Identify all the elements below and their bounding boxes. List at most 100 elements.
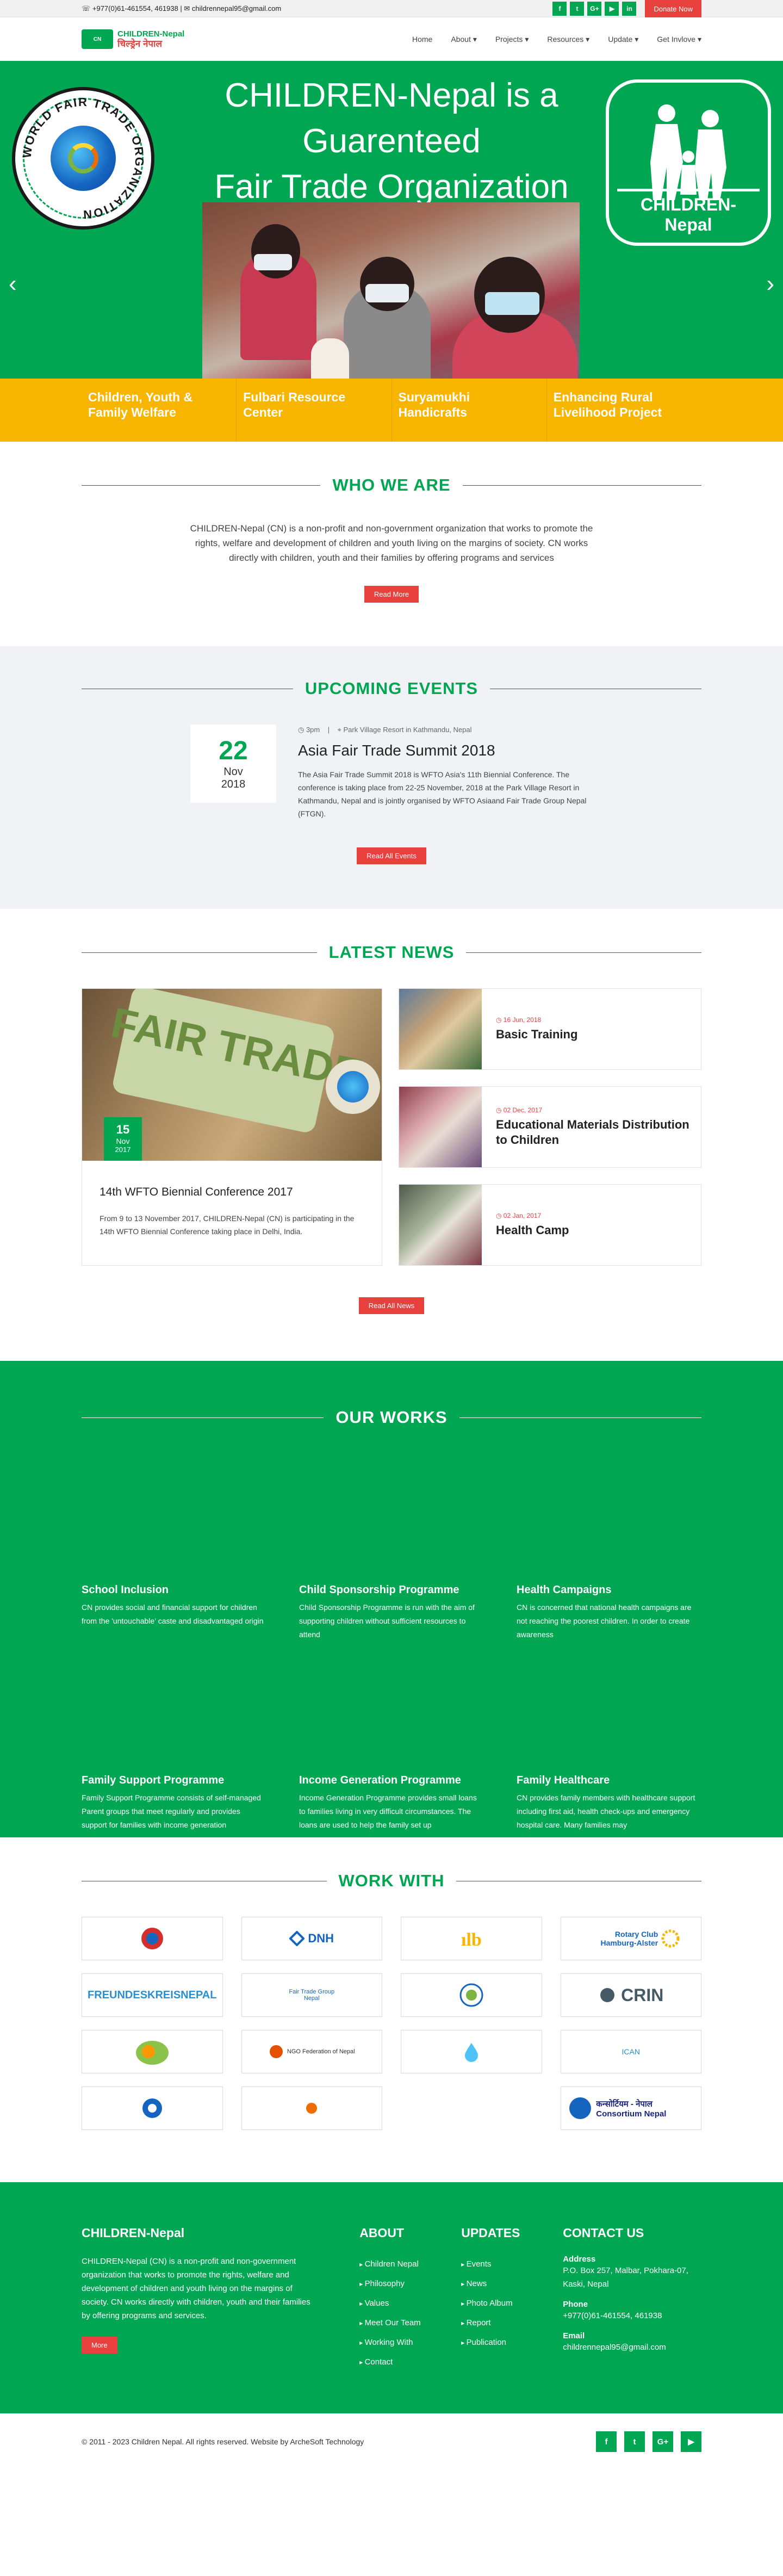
news-title[interactable]: Educational Materials Distribution to Ch… <box>496 1117 701 1148</box>
partner-ftgn-logo[interactable]: Fair Trade Group Nepal <box>241 1973 382 2017</box>
dnh-icon <box>289 1931 305 1946</box>
nav-get-involve[interactable]: Get Invlove ▾ <box>657 35 701 44</box>
tab-fulbari-resource-center[interactable]: Fulbari Resource Center <box>237 379 392 442</box>
partners-heading: WORK WITH <box>338 1871 445 1890</box>
footer-link[interactable]: Report <box>461 2313 541 2333</box>
partner-nepal-government-logo[interactable] <box>82 1917 223 1960</box>
partner-freundeskreis-logo[interactable]: FREUNDESKREISNEPAL <box>82 1973 223 2017</box>
featured-news-card[interactable]: FAIR TRADE 15 Nov 2017 14th WFTO Biennia… <box>82 988 382 1266</box>
nav-projects[interactable]: Projects ▾ <box>495 35 529 44</box>
logo-name-english: CHILDREN-Nepal <box>117 29 185 39</box>
footer-link[interactable]: Values <box>359 2294 439 2313</box>
partner-consortium-nepal-logo[interactable]: कन्सोर्टियम - नेपाल Consortium Nepal <box>560 2086 701 2130</box>
nav-about[interactable]: About ▾ <box>451 35 477 44</box>
partner-ilb-logo[interactable]: ılb <box>401 1917 542 1960</box>
tab-children-youth-family-welfare[interactable]: Children, Youth & Family Welfare <box>82 379 237 442</box>
top-bar: ☏ +977(0)61-461554, 461938 | ✉ childrenn… <box>0 0 783 17</box>
footer-more-button[interactable]: More <box>82 2337 117 2354</box>
read-more-button[interactable]: Read More <box>364 586 419 603</box>
read-all-events-button[interactable]: Read All Events <box>357 847 426 864</box>
footer-link[interactable]: Meet Our Team <box>359 2313 439 2333</box>
event-item: 22 Nov 2018 ◷ 3pm | ⌖ Park Village Resor… <box>190 725 593 820</box>
partner-label: Fair Trade Group Nepal <box>289 1989 335 2002</box>
event-year: 2018 <box>221 778 246 790</box>
slider-prev-icon[interactable]: ‹ <box>9 272 17 296</box>
google-plus-icon[interactable]: G+ <box>587 2 602 16</box>
google-plus-icon[interactable]: G+ <box>652 2431 673 2452</box>
crin-icon <box>600 1988 615 2002</box>
partner-ican-logo[interactable]: ICAN <box>560 2030 701 2073</box>
partner-label: FREUNDESKREISNEPAL <box>88 1989 217 2001</box>
work-title: Family Healthcare <box>517 1774 610 1786</box>
slider-next-icon[interactable]: › <box>766 272 774 296</box>
logo-name-nepali: चिल्ड्रेन नेपाल <box>117 39 162 49</box>
footer-link[interactable]: Photo Album <box>461 2294 541 2313</box>
news-title[interactable]: Health Camp <box>496 1223 569 1238</box>
work-item[interactable]: Income Generation Programme Income Genera… <box>299 1644 484 1834</box>
footer-about-title: CHILDREN-Nepal <box>82 2226 185 2240</box>
news-item[interactable]: ◷ 02 Jan, 2017 Health Camp <box>399 1184 701 1266</box>
work-description: CN is concerned that national health cam… <box>517 1603 692 1639</box>
facebook-icon[interactable]: f <box>552 2 567 16</box>
address-label: Address <box>563 2255 596 2264</box>
tab-enhancing-rural-livelihood[interactable]: Enhancing Rural Livelihood Project <box>547 379 701 442</box>
work-item[interactable]: Child Sponsorship Programme Child Sponsor… <box>299 1453 484 1644</box>
main-navigation: CN CHILDREN-Nepal चिल्ड्रेन नेपाल Home A… <box>0 17 783 61</box>
partner-un-logo[interactable] <box>82 2086 223 2130</box>
work-item[interactable]: Family Healthcare CN provides family memb… <box>517 1644 701 1834</box>
donate-button[interactable]: Donate Now <box>645 0 701 17</box>
linkedin-icon[interactable]: in <box>622 2 637 16</box>
partner-dnh-logo[interactable]: DNH <box>241 1917 382 1960</box>
partner-crin-logo[interactable]: CRIN <box>560 1973 701 2017</box>
organization-seal-icon <box>459 1983 483 2007</box>
news-item[interactable]: ◷ 16 Jun, 2018 Basic Training <box>399 988 701 1070</box>
event-location: ⌖ Park Village Resort in Kathmandu, Nepa… <box>337 726 472 734</box>
footer-link[interactable]: Contact <box>359 2352 439 2372</box>
footer-link[interactable]: News <box>461 2274 541 2294</box>
site-footer: CHILDREN-Nepal CHILDREN-Nepal (CN) is a … <box>0 2182 783 2413</box>
work-item[interactable]: Health Campaigns CN is concerned that nat… <box>517 1453 701 1644</box>
event-day: 22 <box>219 736 248 765</box>
partner-blank-logo[interactable] <box>401 2086 542 2130</box>
partner-drop-logo[interactable] <box>401 2030 542 2073</box>
work-item[interactable]: Family Support Programme Family Support P… <box>82 1644 266 1834</box>
featured-news-title[interactable]: 14th WFTO Biennial Conference 2017 <box>100 1186 364 1199</box>
nav-update[interactable]: Update ▾ <box>608 35 638 44</box>
children-nepal-badge-logo: CHILDREN-Nepal <box>606 79 771 246</box>
news-item[interactable]: ◷ 02 Dec, 2017 Educational Materials Dist… <box>399 1086 701 1168</box>
event-title[interactable]: Asia Fair Trade Summit 2018 <box>298 742 593 759</box>
featured-news-description: From 9 to 13 November 2017, CHILDREN-Nep… <box>100 1214 355 1236</box>
youtube-icon[interactable]: ▶ <box>605 2 619 16</box>
work-description: CN provides family members with healthca… <box>517 1793 695 1829</box>
featured-news-month: Nov <box>116 1137 130 1145</box>
partner-seal-logo[interactable] <box>401 1973 542 2017</box>
water-drop-icon <box>464 2043 478 2062</box>
read-all-news-button[interactable]: Read All News <box>358 1297 425 1314</box>
footer-link[interactable]: Working With <box>359 2333 439 2352</box>
work-description: Income Generation Programme provides sma… <box>299 1793 477 1829</box>
footer-link[interactable]: Events <box>461 2255 541 2274</box>
partner-ngo-federation-logo[interactable]: NGO Federation of Nepal <box>241 2030 382 2073</box>
tab-suryamukhi-handicrafts[interactable]: Suryamukhi Handicrafts <box>392 379 547 442</box>
twitter-icon[interactable]: t <box>624 2431 645 2452</box>
partner-rotary-logo[interactable]: Rotary Club Hamburg-Alster <box>560 1917 701 1960</box>
partner-small-logo[interactable] <box>241 2086 382 2130</box>
footer-link[interactable]: Children Nepal <box>359 2255 439 2274</box>
youtube-icon[interactable]: ▶ <box>681 2431 701 2452</box>
footer-link[interactable]: Philosophy <box>359 2274 439 2294</box>
nav-resources[interactable]: Resources ▾ <box>547 35 589 44</box>
twitter-icon[interactable]: t <box>570 2 585 16</box>
nav-home[interactable]: Home <box>412 35 432 44</box>
footer-link[interactable]: Publication <box>461 2333 541 2352</box>
partner-fruit-logo[interactable] <box>82 2030 223 2073</box>
facebook-icon[interactable]: f <box>596 2431 617 2452</box>
top-contact-info: ☏ +977(0)61-461554, 461938 | ✉ childrenn… <box>82 4 282 13</box>
news-thumbnail <box>399 1185 482 1265</box>
site-logo[interactable]: CN CHILDREN-Nepal चिल्ड्रेन नेपाल <box>82 29 184 49</box>
partner-label: कन्सोर्टियम - नेपाल Consortium Nepal <box>596 2099 667 2119</box>
email-value[interactable]: childrennepal95@gmail.com <box>563 2340 701 2354</box>
un-emblem-icon <box>142 2098 162 2118</box>
work-item[interactable]: School Inclusion CN provides social and f… <box>82 1453 266 1644</box>
project-tabs: Children, Youth & Family Welfare Fulbari… <box>0 379 783 442</box>
news-title[interactable]: Basic Training <box>496 1027 577 1042</box>
